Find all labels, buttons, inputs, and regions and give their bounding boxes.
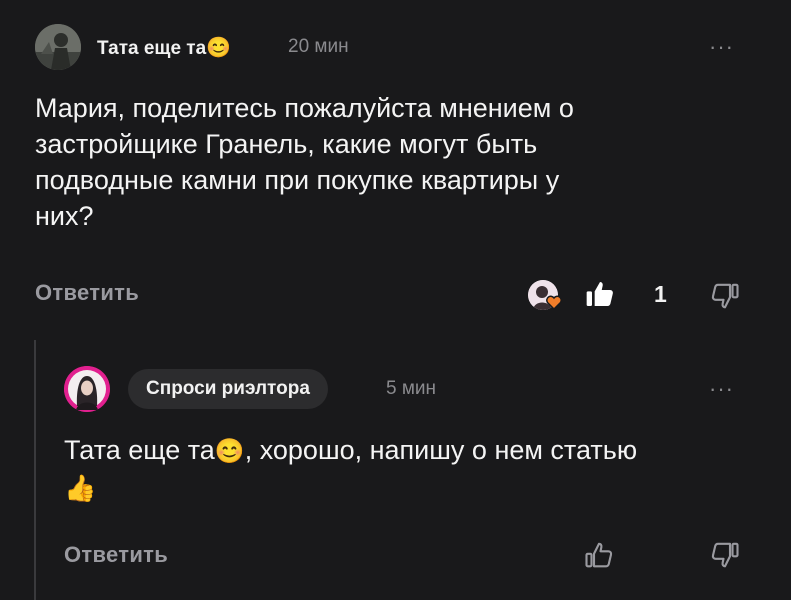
heart-reaction-icon [546,295,562,310]
like-outline-icon[interactable] [584,540,614,570]
comment-text: Мария, поделитесь пожалуйста мнением о з… [35,90,755,234]
author-name[interactable]: Тата еще та😊 [97,35,231,60]
comment-text-line: застройщике Гранель, какие могут быть [35,129,538,159]
comment-time: 20 мин [288,36,349,57]
more-options-icon[interactable]: ··· [709,34,734,60]
reply-author-name[interactable]: Спроси риэлтора [128,369,328,409]
reply-text-body: , хорошо, напишу о нем статью [244,435,638,465]
dislike-icon[interactable] [710,281,740,311]
comment-text-line: них? [35,201,94,231]
reply-author-avatar[interactable] [64,366,110,412]
smile-emoji-icon: 😊 [206,37,232,59]
reply-reply-button[interactable]: Ответить [64,542,168,568]
reply-dislike-icon[interactable] [710,540,740,570]
reply-button[interactable]: Ответить [35,280,139,306]
avatar-photo-icon [35,24,81,70]
reply-time: 5 мин [386,378,437,399]
comment-text-line: Мария, поделитесь пожалуйста мнением о [35,93,574,123]
smile-emoji-icon: 😊 [214,438,245,465]
author-avatar[interactable] [35,24,81,70]
reply-more-options-icon[interactable]: ··· [709,376,734,402]
reply-avatar-photo-icon [64,366,110,412]
comment-text-line: подводные камни при покупке квартиры у [35,165,560,195]
thread-line [34,340,36,600]
reply-text-line: Тата еще та😊, хорошо, напишу о нем стать… [64,432,764,470]
mention-link[interactable]: Тата еще та [64,435,215,465]
thumbs-up-emoji-icon: 👍 [64,473,97,503]
reply-text: Тата еще та😊, хорошо, напишу о нем стать… [64,432,764,506]
like-count: 1 [654,281,667,307]
like-icon[interactable] [584,278,616,310]
